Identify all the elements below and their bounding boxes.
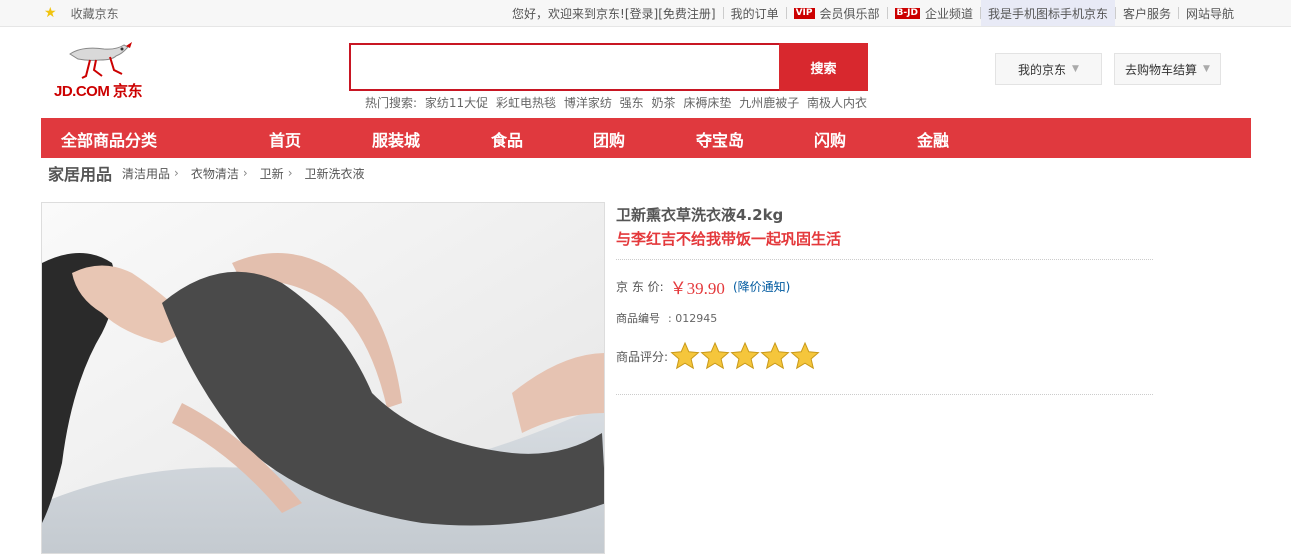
hot-keyword[interactable]: 奶茶 [652,96,676,110]
chevron-right-icon: › [242,166,248,180]
price-notify-link[interactable]: (降价通知) [733,278,790,295]
hot-keyword[interactable]: 彩虹电热毯 [496,96,556,110]
hot-search: 热门搜索: 家纺11大促 彩虹电热毯 博洋家纺 强东 奶茶 床褥床垫 九州鹿被子… [365,94,871,111]
breadcrumb-category[interactable]: 家居用品 [48,161,112,185]
bjd-badge-icon: B-JD [894,7,920,19]
service-label: 客户服务 [1122,6,1171,21]
hot-keyword[interactable]: 博洋家纺 [564,96,612,110]
product-code-value: : 012945 [668,312,718,325]
price-row: 京 东 价: ￥39.90 (降价通知) [616,276,790,298]
mobile-jd-link[interactable]: 我是手机图标手机京东 [980,0,1115,26]
breadcrumb-item[interactable]: 衣物清洁 [191,165,239,182]
breadcrumb-item[interactable]: 卫新洗衣液 [305,165,365,182]
search-input[interactable] [349,43,781,91]
top-links: 您好，欢迎来到京东! [登录] [免费注册] 我的订单 VIP 会员俱乐部 B-… [505,0,1241,26]
all-categories-menu[interactable]: 全部商品分类 [61,127,157,151]
product-code-row: 商品编号 : 012945 [616,310,717,326]
rating-star-icon [760,341,790,370]
sitenav-label: 网站导航 [1185,6,1234,21]
mobile-label: 我是手机图标手机京东 [987,6,1108,21]
logo-text: JD.COM 京东 [54,83,143,100]
divider [616,394,1153,395]
register-link[interactable]: [免费注册] [658,5,715,22]
main-nav: 全部商品分类 首页 服装城 食品 团购 夺宝岛 闪购 金融 [41,118,1251,158]
vip-badge-icon: VIP [793,7,815,19]
hot-keyword[interactable]: 南极人内衣 [807,96,867,110]
my-jd-label: 我的京东 [1018,62,1067,77]
rating-star-icon [790,341,820,370]
rating-row: 商品评分: [616,341,820,371]
rating-label: 商品评分: [616,349,669,364]
breadcrumb-item[interactable]: 卫新 [260,165,284,182]
vip-label: 会员俱乐部 [819,6,880,21]
chevron-right-icon: › [174,166,179,180]
breadcrumb: 家居用品 清洁用品 › 衣物清洁 › 卫新 › 卫新洗衣液 [48,162,369,184]
product-photo [42,203,604,553]
nav-item-clothing[interactable]: 服装城 [372,127,420,151]
service-link[interactable]: 客户服务 [1116,0,1178,26]
cart-label: 去购物车结算 [1125,62,1198,77]
star-icon: ★ [44,5,57,21]
nav-item-food[interactable]: 食品 [491,127,523,151]
rating-stars [670,341,820,371]
hot-search-label: 热门搜索: [365,96,418,110]
welcome-text: 您好，欢迎来到京东! [登录] [免费注册] [505,0,723,26]
rating-star-icon [730,341,760,370]
welcome-label: 您好，欢迎来到京东! [512,6,625,21]
product-code-label: 商品编号 [616,312,660,325]
orders-link[interactable]: 我的订单 [724,0,786,26]
enterprise-label: 企业频道 [924,6,973,21]
search-button[interactable]: 搜索 [779,43,868,91]
price-value: ￥39.90 [669,278,725,298]
my-jd-button[interactable]: 我的京东 ▼ [995,53,1102,85]
jd-dog-logo-icon [69,42,132,79]
chevron-right-icon: › [287,166,293,180]
divider [616,259,1153,260]
favorite-label: 收藏京东 [70,6,119,21]
enterprise-link[interactable]: B-JD 企业频道 [888,0,980,26]
nav-item-finance[interactable]: 金融 [917,127,949,151]
favorite-link[interactable]: ★ 收藏京东 [44,2,119,24]
top-bar: ★ 收藏京东 您好，欢迎来到京东! [登录] [免费注册] 我的订单 VIP 会… [0,0,1291,27]
login-link[interactable]: [登录] [625,5,658,22]
product-subtitle: 与李红吉不给我带饭一起巩固生活 [616,230,842,248]
product-title: 卫新熏衣草洗衣液4.2kg [616,206,784,224]
nav-item-groupbuy[interactable]: 团购 [593,127,625,151]
jd-logo[interactable]: JD.COM 京东 [52,40,152,102]
orders-label: 我的订单 [730,6,779,21]
hot-keyword[interactable]: 床褥床垫 [683,96,731,110]
chevron-down-icon: ▼ [1203,64,1210,74]
rating-star-icon [700,341,730,370]
hot-keyword[interactable]: 九州鹿被子 [739,96,799,110]
price-label: 京 东 价: [616,279,664,294]
breadcrumb-item[interactable]: 清洁用品 [122,165,170,182]
chevron-down-icon: ▼ [1072,64,1079,74]
rating-star-icon [670,341,700,370]
nav-item-home[interactable]: 首页 [269,127,301,151]
hot-keyword[interactable]: 强东 [620,96,644,110]
cart-checkout-button[interactable]: 去购物车结算 ▼ [1114,53,1221,85]
product-image[interactable] [41,202,605,554]
search-bar: 搜索 [349,43,868,91]
hot-keyword[interactable]: 家纺11大促 [425,96,488,110]
sitenav-link[interactable]: 网站导航 [1179,0,1241,26]
vip-link[interactable]: VIP 会员俱乐部 [787,0,887,26]
nav-item-treasure[interactable]: 夺宝岛 [696,127,744,151]
nav-item-flash[interactable]: 闪购 [814,127,846,151]
